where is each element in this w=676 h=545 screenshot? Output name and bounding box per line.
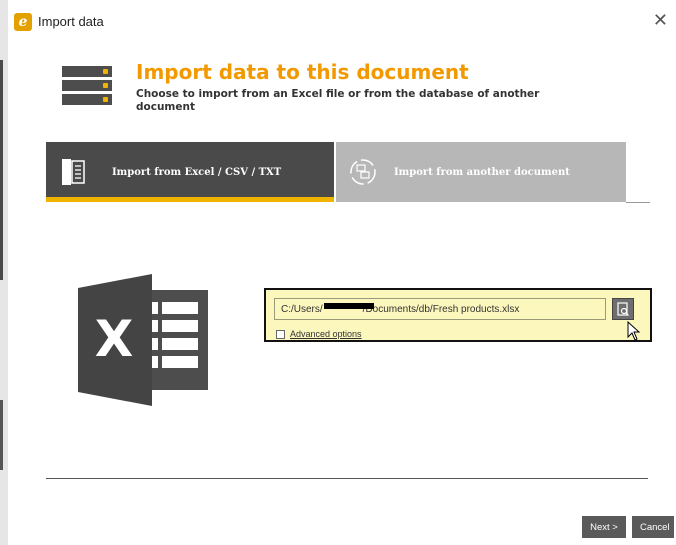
database-row — [62, 94, 112, 105]
active-tab-indicator — [46, 197, 334, 202]
edge-shadow — [0, 60, 3, 280]
next-button[interactable]: Next > — [582, 516, 626, 538]
tab-import-excel[interactable]: Import from Excel / CSV / TXT — [46, 142, 334, 202]
mouse-cursor-icon — [627, 320, 641, 341]
app-logo-icon: e — [14, 13, 32, 31]
excel-file-icon — [58, 157, 88, 187]
window-title: Import data — [38, 14, 104, 29]
title-bar: e Import data ✕ — [14, 10, 676, 38]
file-path-input[interactable] — [274, 298, 606, 320]
svg-text:X: X — [95, 310, 134, 368]
browse-file-button[interactable] — [612, 298, 634, 320]
database-row — [62, 66, 112, 77]
tab-label: Import from Excel / CSV / TXT — [112, 166, 282, 178]
advanced-options-label[interactable]: Advanced options — [290, 329, 362, 339]
database-icon — [62, 66, 112, 108]
excel-large-icon: X — [78, 274, 210, 406]
file-selection-panel: Advanced options — [264, 288, 652, 342]
tab-label: Import from another document — [394, 166, 570, 178]
window-left-edge — [0, 0, 8, 545]
tab-divider — [626, 202, 650, 203]
footer-divider — [46, 478, 648, 479]
tab-import-document[interactable]: Import from another document — [336, 142, 626, 202]
cancel-button[interactable]: Cancel — [632, 516, 674, 538]
redaction-bar — [324, 303, 374, 309]
advanced-options-checkbox[interactable] — [276, 330, 285, 339]
close-icon[interactable]: ✕ — [653, 10, 668, 31]
database-row — [62, 80, 112, 91]
page-subtitle: Choose to import from an Excel file or f… — [136, 88, 540, 113]
edge-shadow — [0, 400, 3, 470]
page-title: Import data to this document — [136, 60, 469, 84]
document-sync-icon — [348, 157, 378, 187]
browse-folder-icon — [617, 302, 629, 316]
